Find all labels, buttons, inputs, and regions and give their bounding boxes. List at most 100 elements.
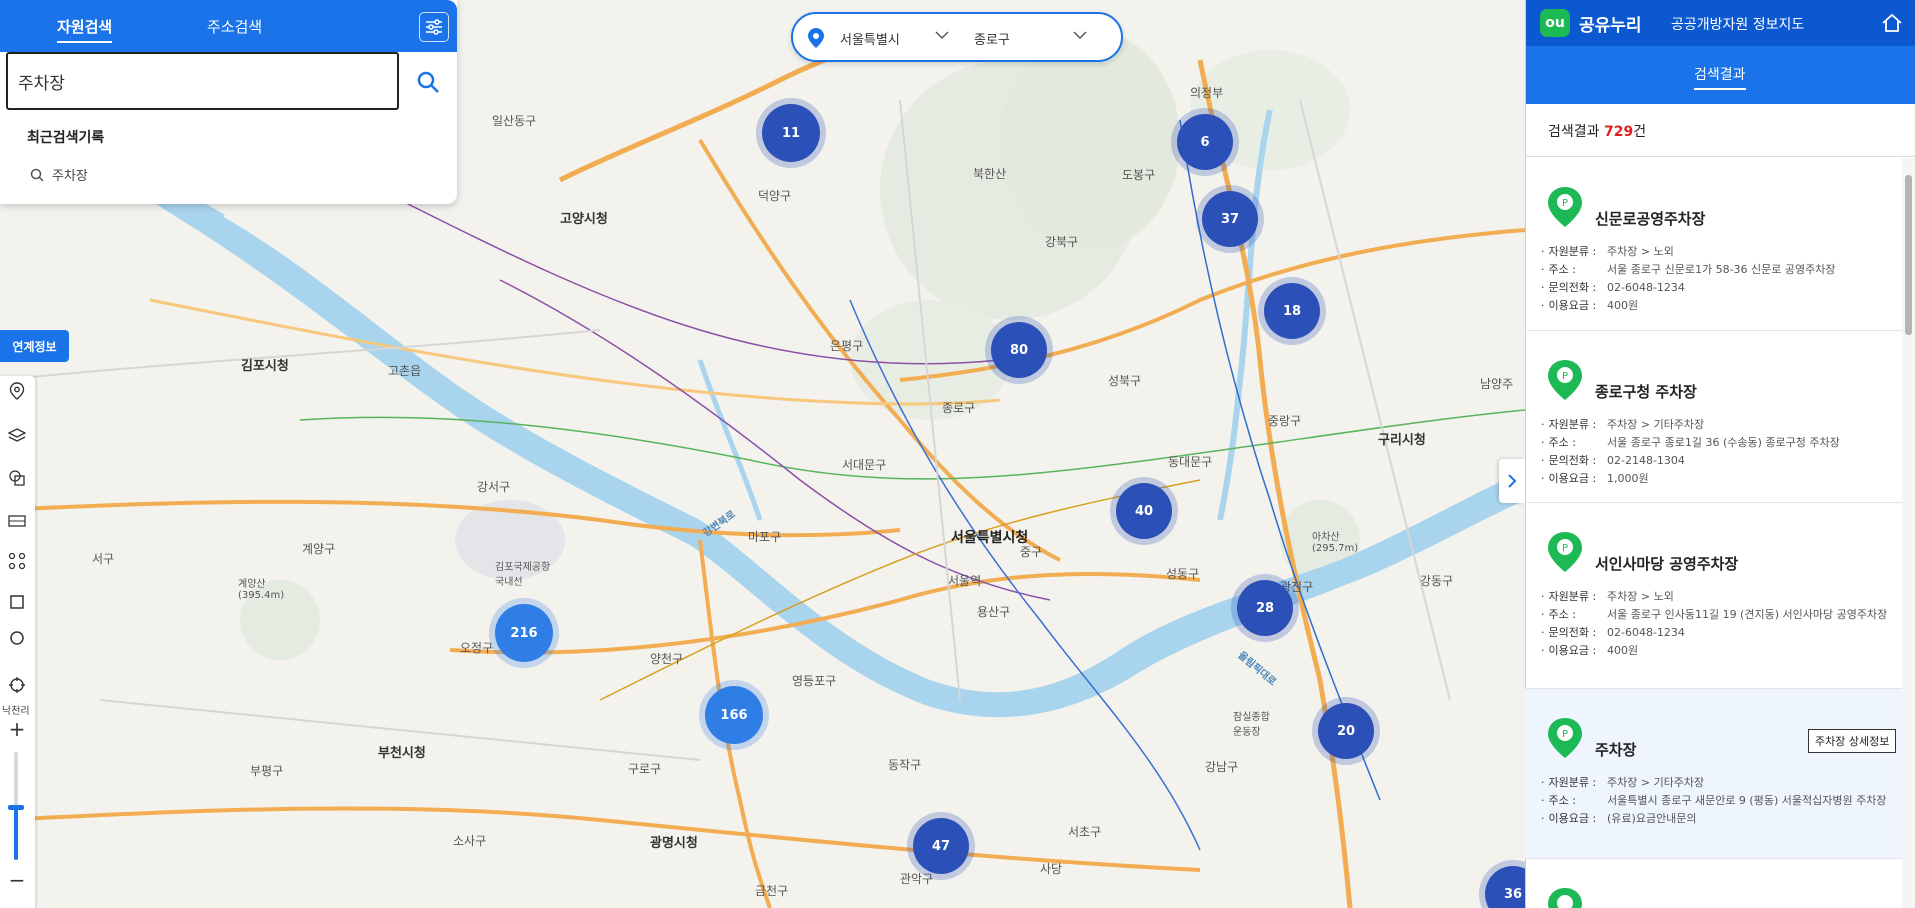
- cluster-marker[interactable]: 11: [762, 104, 820, 162]
- place-seongdong: 성동구: [1166, 567, 1200, 581]
- cluster-marker[interactable]: 216: [495, 604, 553, 662]
- place-jongno: 종로구: [942, 401, 976, 415]
- brand-logo: ou: [1540, 9, 1570, 37]
- result-title[interactable]: 주차장: [1595, 739, 1636, 760]
- chevron-right-icon: [1508, 474, 1517, 488]
- result-field: 문의전화 :02-6048-1234: [1541, 280, 1901, 295]
- field-value: (유료)요금안내문의: [1607, 812, 1697, 825]
- panel-header: ou 공유누리 공공개방자원 정보지도: [1526, 0, 1915, 46]
- field-label: 자원분류 :: [1541, 244, 1607, 259]
- layers-icon: [8, 428, 26, 442]
- chevron-down-icon[interactable]: [935, 30, 949, 40]
- result-field: 주소 :서울 종로구 종로1길 36 (수송동) 종로구청 주차장: [1541, 435, 1901, 450]
- area-tool[interactable]: [6, 550, 28, 572]
- result-count-prefix: 검색결과: [1548, 124, 1604, 140]
- result-scrollbar-thumb[interactable]: [1905, 175, 1912, 335]
- result-fields: 자원분류 :주차장 > 기타주차장 주소 :서울 종로구 종로1길 36 (수송…: [1541, 417, 1901, 489]
- recent-search-title: 최근검색기록: [27, 130, 105, 146]
- circle-icon: [10, 631, 24, 645]
- zoom-in-button[interactable]: +: [6, 717, 28, 741]
- cluster-marker[interactable]: 166: [705, 686, 763, 744]
- tab-search-results[interactable]: 검색결과: [1694, 64, 1746, 90]
- field-label: 자원분류 :: [1541, 775, 1607, 790]
- cluster-marker[interactable]: 40: [1116, 483, 1172, 539]
- cluster-marker[interactable]: 18: [1264, 283, 1320, 339]
- circle-tool[interactable]: [6, 627, 28, 649]
- ruler-tool[interactable]: [6, 510, 28, 532]
- field-label: 주소 :: [1541, 793, 1607, 808]
- rectangle-tool[interactable]: [6, 591, 28, 613]
- field-value: 02-6048-1234: [1607, 626, 1685, 639]
- result-item[interactable]: P 주차장 자원분류 :주차장 > 기타주차장 주소 :서울특별시 종로구 새문…: [1525, 689, 1903, 859]
- result-item[interactable]: P 종로구청 주차장 자원분류 :주차장 > 기타주차장 주소 :서울 종로구 …: [1525, 331, 1903, 503]
- panel-toggle-button[interactable]: [1499, 459, 1525, 503]
- location-tool[interactable]: [6, 380, 28, 402]
- home-button[interactable]: [1869, 0, 1915, 46]
- overlay-tool[interactable]: [6, 467, 28, 489]
- place-gangnam: 강남구: [1205, 760, 1239, 774]
- ruler-icon: [8, 515, 26, 527]
- place-gangseo: 강서구: [477, 480, 511, 494]
- place-gwangmyeong: 광명시청: [650, 836, 698, 851]
- zoom-slider-handle[interactable]: [8, 805, 24, 810]
- search-input[interactable]: [6, 52, 399, 110]
- detail-tooltip: 주차장 상세정보: [1808, 729, 1897, 753]
- field-value: 02-2148-1304: [1607, 454, 1685, 467]
- cluster-marker[interactable]: 20: [1318, 703, 1374, 759]
- result-title[interactable]: 서인사마당 공영주차장: [1595, 553, 1738, 574]
- place-guro: 구로구: [628, 762, 662, 776]
- svg-text:P: P: [1562, 371, 1568, 382]
- result-count-suffix: 건: [1633, 124, 1647, 140]
- result-title[interactable]: 종로구청 주차장: [1595, 381, 1697, 402]
- result-field: 자원분류 :주차장 > 노외: [1541, 589, 1901, 604]
- polygon-icon: [8, 552, 26, 570]
- field-value: 서울특별시 종로구 새문안로 9 (평동) 서울적십자병원 주차장: [1607, 794, 1887, 807]
- link-info-button[interactable]: 연계정보: [0, 330, 69, 362]
- cluster-marker[interactable]: 47: [913, 818, 969, 874]
- place-deogyang: 덕양구: [758, 189, 792, 203]
- place-dongdaemun: 동대문구: [1168, 455, 1213, 469]
- home-icon: [1882, 13, 1902, 32]
- result-fields: 자원분류 :주차장 > 기타주차장 주소 :서울특별시 종로구 새문안로 9 (…: [1541, 775, 1901, 829]
- result-field: 자원분류 :주차장 > 노외: [1541, 244, 1901, 259]
- place-uijeongbu: 의정부: [1190, 86, 1224, 100]
- field-label: 주소 :: [1541, 607, 1607, 622]
- result-field: 문의전화 :02-6048-1234: [1541, 625, 1901, 640]
- chevron-down-icon[interactable]: [1073, 30, 1087, 40]
- target-tool[interactable]: [6, 674, 28, 696]
- place-gyeyang: 계양구: [302, 542, 336, 556]
- result-title[interactable]: 신문로공영주차장: [1595, 208, 1705, 229]
- parking-pin-icon: P: [1548, 187, 1582, 227]
- zoom-out-button[interactable]: −: [6, 868, 28, 892]
- place-seoul-station: 서울역: [948, 574, 982, 588]
- recent-search-label: 주차장: [52, 169, 88, 184]
- result-fields: 자원분류 :주차장 > 노외 주소 :서울 종로구 인사동11길 19 (견지동…: [1541, 589, 1901, 661]
- cluster-marker[interactable]: 80: [991, 322, 1047, 378]
- place-jamsil: 잠실종합 운동장: [1233, 712, 1270, 738]
- result-field: 주소 :서울 종로구 신문로1가 58-36 신문로 공영주차장: [1541, 262, 1901, 277]
- zoom-level-fill: [14, 808, 18, 860]
- overlay-icon: [9, 470, 25, 486]
- place-yeongdeungpo: 영등포구: [792, 674, 837, 688]
- cluster-marker[interactable]: 37: [1202, 191, 1258, 247]
- result-item[interactable]: P 신문로공영주차장 자원분류 :주차장 > 노외 주소 :서울 종로구 신문로…: [1525, 158, 1903, 331]
- result-item[interactable]: [1525, 859, 1903, 908]
- search-button[interactable]: [408, 62, 448, 102]
- city-select[interactable]: 서울특별시: [840, 29, 900, 48]
- tab-address-search[interactable]: 주소검색: [207, 16, 262, 41]
- filter-button[interactable]: [419, 12, 449, 42]
- place-sosa: 소사구: [453, 834, 487, 848]
- result-item[interactable]: P 서인사마당 공영주차장 자원분류 :주차장 > 노외 주소 :서울 종로구 …: [1525, 503, 1903, 689]
- cluster-marker[interactable]: 6: [1177, 114, 1233, 170]
- field-value: 서울 종로구 신문로1가 58-36 신문로 공영주차장: [1607, 263, 1836, 276]
- recent-search-item[interactable]: 주차장: [30, 165, 88, 184]
- field-label: 문의전화 :: [1541, 280, 1607, 295]
- cluster-marker[interactable]: 28: [1237, 580, 1293, 636]
- brand-subtitle: 공공개방자원 정보지도: [1671, 17, 1805, 33]
- search-row: [0, 52, 457, 110]
- layers-tool[interactable]: [6, 425, 28, 447]
- district-select[interactable]: 종로구: [974, 29, 1010, 48]
- field-value: 주차장 > 기타주차장: [1607, 418, 1705, 431]
- search-panel: 자원검색 주소검색 최근검색기록 주차장: [0, 0, 457, 204]
- tab-resource-search[interactable]: 자원검색: [57, 16, 113, 43]
